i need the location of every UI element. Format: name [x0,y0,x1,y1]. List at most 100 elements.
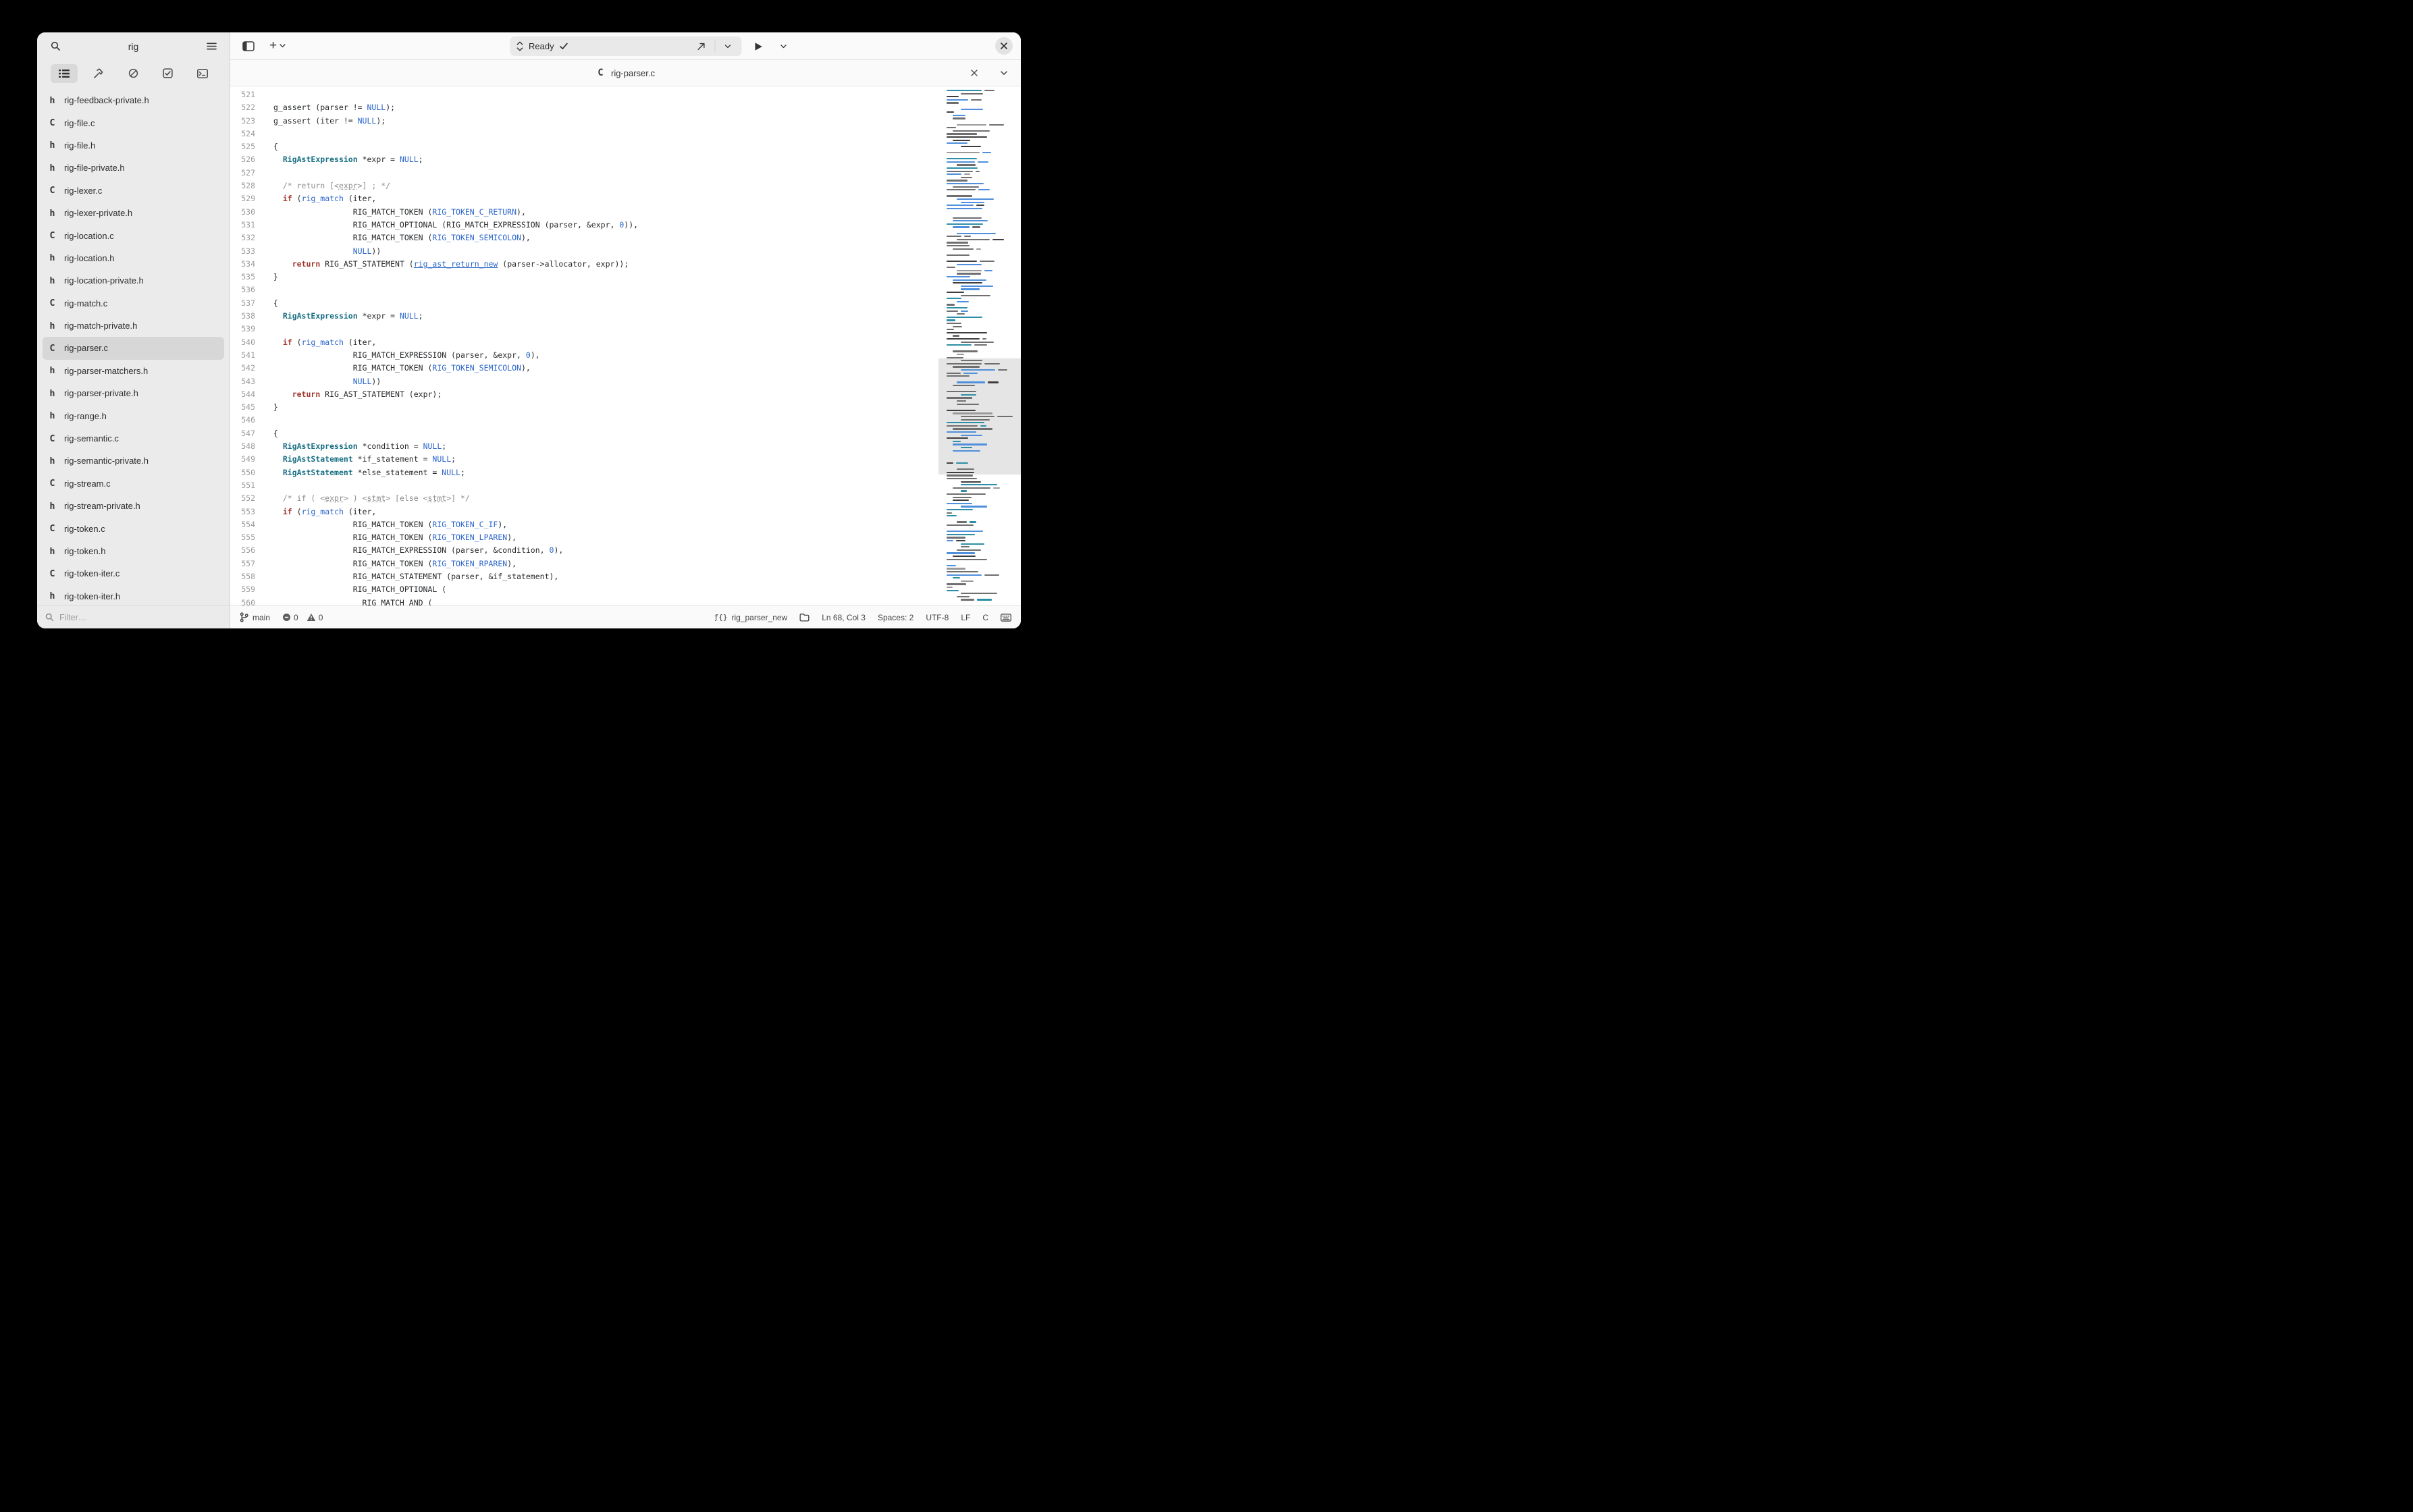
file-item[interactable]: h rig-token-iter.h [43,585,224,605]
code-line[interactable]: RigAstExpression *expr = NULL; [273,153,938,166]
document-tab-title[interactable]: rig-parser.c [611,68,655,78]
code-line[interactable]: return RIG_AST_STATEMENT (rig_ast_return… [273,258,938,271]
c-file-icon: C [49,298,55,309]
file-item[interactable]: Crig-lexer.c [43,180,224,202]
code-line[interactable]: RIG_MATCH_TOKEN (RIG_TOKEN_RPAREN), [273,558,938,570]
toggle-sidebar-button[interactable] [238,36,259,55]
code-line[interactable]: /* return [<expr>] ; */ [273,180,938,192]
code-line[interactable] [273,128,938,140]
code-line[interactable] [273,88,938,101]
error-count[interactable]: 0 [282,613,298,622]
file-item[interactable]: Crig-semantic.c [43,427,224,450]
file-item[interactable]: h rig-location.h [43,247,224,269]
filter-bar [37,605,230,628]
code-line[interactable]: RigAstStatement *else_statement = NULL; [273,466,938,479]
code-line[interactable] [273,479,938,492]
code-line[interactable] [273,284,938,296]
panel-tab-disabled[interactable] [120,64,147,83]
code-line[interactable]: RigAstStatement *if_statement = NULL; [273,453,938,466]
encoding-setting[interactable]: UTF-8 [926,613,949,622]
file-item[interactable]: h rig-token.h [43,540,224,562]
panel-tab-tests[interactable] [155,64,182,83]
code-line[interactable]: } [273,401,938,414]
cursor-position[interactable]: Ln 68, Col 3 [822,613,866,622]
code-line[interactable]: RIG_MATCH_OPTIONAL (RIG_MATCH_EXPRESSION… [273,219,938,232]
panel-tab-logs[interactable] [189,64,216,83]
code-line[interactable]: RIG_MATCH_STATEMENT (parser, &if_stateme… [273,570,938,583]
code-line[interactable]: if (rig_match (iter, [273,336,938,349]
code-line[interactable]: /* if ( <expr> ) <stmt> [else <stmt>] */ [273,492,938,505]
build-status-omnibar[interactable]: Ready [510,36,741,56]
file-item[interactable]: Crig-stream.c [43,473,224,495]
file-item[interactable]: h rig-lexer-private.h [43,202,224,224]
code-line[interactable]: { [273,140,938,153]
file-item[interactable]: h rig-file.h [43,134,224,157]
file-item[interactable]: h rig-stream-private.h [43,495,224,517]
file-item[interactable]: Crig-token-iter.c [43,562,224,585]
deploy-arrow-icon[interactable] [693,37,709,56]
file-item[interactable]: Crig-match.c [43,292,224,315]
file-item[interactable]: Crig-location.c [43,224,224,246]
code-line[interactable]: if (rig_match (iter, [273,192,938,205]
indentation-setting[interactable]: Spaces: 2 [878,613,913,622]
file-item[interactable]: h rig-parser-private.h [43,382,224,404]
file-item[interactable]: h rig-feedback-private.h [43,89,224,111]
run-options-dropdown[interactable] [777,37,791,56]
new-page-button[interactable]: + [263,36,292,55]
code-editor[interactable]: 521 522 523 524 525 526 527 528 529 530 531 532 533 5… [230,86,1021,605]
code-line[interactable] [273,167,938,180]
code-line[interactable]: if (rig_match (iter, [273,506,938,518]
menu-button[interactable] [201,37,221,56]
file-item[interactable]: h rig-range.h [43,404,224,427]
file-item[interactable]: Crig-file.c [43,111,224,134]
code-line[interactable]: RIG_MATCH_TOKEN (RIG_TOKEN_C_IF), [273,518,938,531]
code-line[interactable]: RIG_MATCH_TOKEN (RIG_TOKEN_SEMICOLON), [273,232,938,244]
file-item[interactable]: Crig-token.c [43,517,224,539]
line-number: 536 [241,285,255,295]
code-line[interactable]: RIG_MATCH_TOKEN (RIG_TOKEN_SEMICOLON), [273,362,938,375]
branch-indicator[interactable]: main [240,612,270,622]
file-item[interactable]: h rig-location-private.h [43,269,224,292]
window-close-button[interactable] [995,37,1013,55]
minimap[interactable] [938,86,1021,605]
code-line[interactable]: RIG_MATCH_EXPRESSION (parser, &expr, 0), [273,349,938,362]
filter-input[interactable] [59,612,208,622]
document-list-dropdown[interactable] [997,65,1011,80]
code-line[interactable]: NULL)) [273,375,938,388]
code-line[interactable]: { [273,297,938,310]
project-folder-button[interactable] [799,613,810,622]
code-line[interactable]: RigAstExpression *condition = NULL; [273,440,938,453]
file-item[interactable]: h rig-semantic-private.h [43,450,224,472]
code-line[interactable]: } [273,271,938,284]
line-number: 527 [241,167,255,178]
code-line[interactable]: RigAstExpression *expr = NULL; [273,310,938,323]
panel-tab-project-tree[interactable] [51,63,78,83]
file-item[interactable]: h rig-parser-matchers.h [43,360,224,382]
code-line[interactable]: { [273,427,938,440]
warning-count[interactable]: 0 [307,613,323,622]
code-line[interactable]: RIG_MATCH_AND ( [273,597,938,605]
keyboard-toggle[interactable] [1001,613,1011,622]
code-line[interactable]: RIG_MATCH_OPTIONAL ( [273,583,938,596]
omnibar-dropdown-button[interactable] [720,37,735,56]
code-line[interactable]: RIG_MATCH_EXPRESSION (parser, &condition… [273,544,938,557]
code-line[interactable]: g_assert (iter != NULL); [273,115,938,128]
language-setting[interactable]: C [982,613,988,622]
close-document-button[interactable] [967,65,982,80]
code-line[interactable]: NULL)) [273,245,938,258]
code-view[interactable]: g_assert (parser != NULL); g_assert (iter… [263,86,938,605]
run-button[interactable] [749,37,769,56]
code-line[interactable] [273,414,938,427]
current-symbol[interactable]: ƒ{} rig_parser_new [714,613,788,622]
file-item[interactable]: Crig-parser.c [43,337,224,360]
search-button[interactable] [45,37,65,56]
code-line[interactable]: return RIG_AST_STATEMENT (expr); [273,388,938,401]
code-line[interactable]: g_assert (parser != NULL); [273,101,938,114]
code-line[interactable]: RIG_MATCH_TOKEN (RIG_TOKEN_C_RETURN), [273,206,938,219]
panel-tab-build[interactable] [85,64,112,83]
file-item[interactable]: h rig-match-private.h [43,315,224,337]
code-line[interactable]: RIG_MATCH_TOKEN (RIG_TOKEN_LPAREN), [273,531,938,544]
file-item[interactable]: h rig-file-private.h [43,157,224,179]
code-line[interactable] [273,323,938,335]
line-ending-setting[interactable]: LF [961,613,970,622]
